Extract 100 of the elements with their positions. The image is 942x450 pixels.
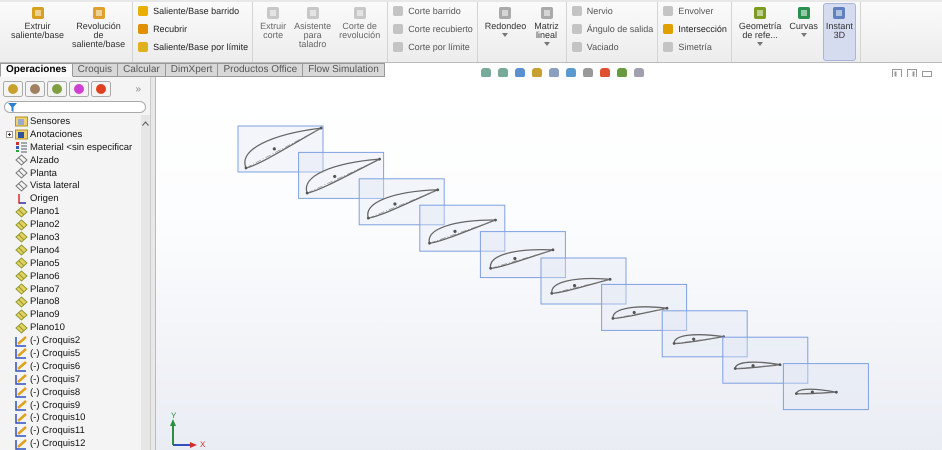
tool-icon	[662, 23, 674, 35]
tree-item[interactable]: Plano4	[30, 244, 60, 256]
view-tool-icon[interactable]	[616, 67, 628, 79]
tree-item[interactable]: Anotaciones	[30, 128, 82, 140]
tree-item[interactable]: (-) Croquis10	[30, 412, 86, 424]
tree-item[interactable]: Plano10	[30, 322, 65, 334]
tree-item[interactable]: (-) Croquis6	[30, 360, 80, 372]
axis-label: Y	[171, 411, 176, 420]
tool-icon	[392, 23, 404, 35]
filter-field[interactable]	[4, 101, 146, 113]
ribbon-button[interactable]: Curvas	[786, 3, 821, 61]
tab[interactable]: DimXpert	[166, 63, 218, 77]
tool-icon	[662, 41, 674, 53]
tree-item[interactable]: Plano8	[30, 296, 60, 308]
view-tool-icon[interactable]	[496, 67, 509, 79]
tree-item[interactable]: Plano1	[30, 206, 60, 218]
plane-icon	[15, 154, 28, 166]
tree-item[interactable]: Plano3	[30, 232, 60, 243]
tree-item[interactable]: (-) Croquis9	[30, 400, 80, 411]
ribbon-button[interactable]: Geometría de refe...	[736, 3, 784, 61]
tree-item[interactable]: (-) Croquis7	[30, 374, 80, 385]
tool-icon	[752, 5, 768, 21]
view-tool-icon[interactable]	[582, 67, 594, 79]
panel-tab-icon[interactable]	[69, 81, 89, 97]
sketch-icon	[15, 360, 28, 372]
tree-item[interactable]: Origen	[30, 193, 59, 204]
tree-item[interactable]: Sensores	[30, 116, 70, 127]
tool-icon	[538, 5, 555, 21]
view-tool-icon[interactable]	[514, 67, 526, 79]
tree-item[interactable]: Plano5	[30, 258, 60, 269]
sketch-icon	[15, 347, 28, 360]
split-view-icon[interactable]	[907, 69, 917, 79]
tree-item[interactable]: (-) Croquis11	[30, 425, 85, 436]
tree-item[interactable]: Plano2	[30, 219, 60, 230]
tree-item[interactable]: Plano6	[30, 270, 60, 282]
tab[interactable]: Productos Office	[218, 63, 304, 77]
ribbon-button[interactable]: Extruir saliente/base	[8, 3, 68, 61]
tool-icon	[30, 5, 46, 21]
tool-icon	[570, 23, 583, 35]
scrollbar[interactable]	[141, 115, 150, 450]
sketch-icon	[15, 399, 28, 412]
caret-icon	[502, 33, 508, 37]
panel-tab-icon[interactable]	[47, 81, 67, 97]
tree-item[interactable]: Vista lateral	[30, 180, 80, 192]
sketch-icon	[15, 373, 28, 386]
tab[interactable]: Operaciones	[0, 63, 73, 77]
sketch-icon	[15, 438, 28, 450]
tool-icon	[392, 41, 404, 53]
view-tool-icon[interactable]	[598, 67, 611, 79]
plane-icon	[15, 244, 28, 256]
minimize-icon[interactable]	[922, 71, 932, 77]
tree-item[interactable]: Plano7	[30, 284, 60, 295]
plane-icon	[15, 270, 28, 282]
ribbon-button[interactable]: Intersección	[662, 21, 727, 37]
plane-icon	[15, 322, 28, 334]
ribbon-button[interactable]: Instant 3D	[822, 3, 856, 61]
tool-icon	[137, 5, 150, 17]
plane-icon	[15, 283, 28, 296]
view-tool-icon[interactable]	[564, 67, 577, 79]
plane-icon	[15, 308, 28, 321]
tree-item[interactable]: (-) Croquis2	[30, 335, 80, 346]
plane-icon	[15, 218, 28, 231]
ribbon-button[interactable]: Saliente/Base barrido	[137, 3, 248, 19]
plane-icon	[15, 206, 28, 218]
view-tool-icon[interactable]	[530, 67, 543, 79]
tool-icon	[662, 5, 674, 17]
tree-item[interactable]: Plano9	[30, 309, 60, 320]
ribbon-button[interactable]: Matriz lineal	[531, 3, 562, 61]
tab[interactable]: Flow Simulation	[303, 63, 385, 77]
plane-icon	[15, 167, 28, 179]
tool-icon	[304, 5, 321, 21]
tree-item[interactable]: Planta	[30, 168, 57, 178]
panel-tab-icon[interactable]	[25, 81, 45, 97]
split-view-icon[interactable]	[892, 69, 902, 79]
tree-item[interactable]: (-) Croquis12	[30, 438, 86, 450]
ribbon-button[interactable]: Revolución de saliente/base	[69, 3, 128, 61]
panel-tab-icon[interactable]	[3, 81, 23, 97]
expand-icon[interactable]	[6, 130, 13, 138]
plane-icon	[15, 257, 28, 270]
tree-item[interactable]: Material <sin especificar	[30, 142, 132, 153]
sketch-icon	[15, 412, 28, 424]
plane-icon	[15, 180, 28, 192]
ribbon-button[interactable]: Redondeo	[482, 3, 530, 61]
tool-icon	[796, 5, 812, 21]
tab[interactable]: Calcular	[118, 63, 166, 77]
plane-icon	[15, 231, 28, 244]
view-tool-icon[interactable]	[480, 67, 492, 79]
ribbon-button[interactable]: Saliente/Base por límite	[137, 39, 248, 55]
tab[interactable]: Croquis	[72, 63, 118, 77]
scroll-up-icon[interactable]	[142, 121, 149, 126]
sketch-icon	[15, 334, 28, 347]
ribbon-button[interactable]: Recubrir	[137, 21, 248, 37]
tool-icon	[90, 5, 107, 21]
tree-item[interactable]: Alzado	[30, 154, 60, 166]
tool-icon	[392, 5, 404, 17]
view-tool-icon[interactable]	[632, 67, 645, 79]
tree-item[interactable]: (-) Croquis8	[30, 386, 80, 398]
tree-item[interactable]: (-) Croquis5	[30, 348, 80, 359]
view-tool-icon[interactable]	[548, 67, 560, 79]
panel-tab-icon[interactable]	[91, 81, 111, 97]
